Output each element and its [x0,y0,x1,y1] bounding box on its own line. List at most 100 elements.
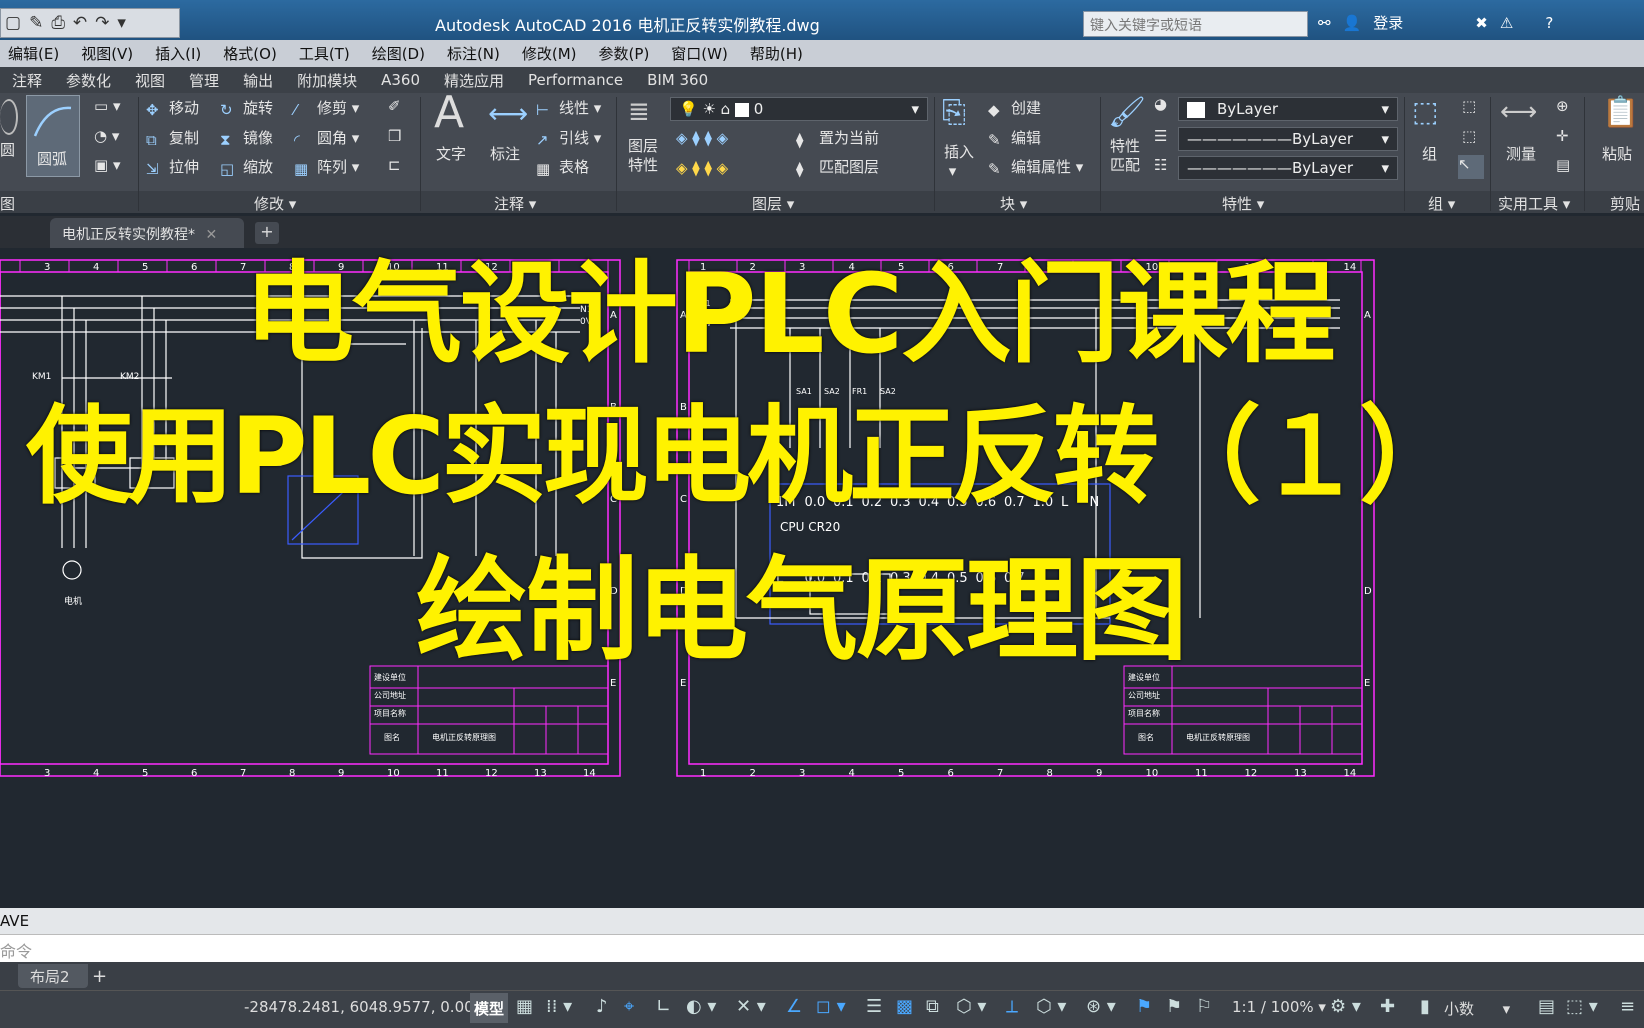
ribbon-tab-0[interactable]: 注释 [0,70,54,91]
osnap-icon[interactable]: ◻ ▾ [816,996,846,1017]
new-icon[interactable]: ▢ [5,13,21,33]
leader-button[interactable]: ↗ 引线 ▾ [536,127,601,149]
text-label[interactable]: 文字 [436,143,466,164]
menu-item-2[interactable]: 插入(I) [147,43,215,64]
menu-item-7[interactable]: 修改(M) [514,43,591,64]
edit-block-button[interactable]: ✎ 编辑 [988,127,1041,149]
dimension-label[interactable]: 标注 [490,143,520,164]
measure-icon[interactable]: ⟷ [1500,97,1537,127]
array-button[interactable]: ▦ 阵列 ▾ [294,156,359,178]
ribbon-tab-6[interactable]: A360 [369,71,432,89]
match-properties-label[interactable]: 特性 匹配 [1110,137,1140,175]
ribbon-tab-8[interactable]: Performance [516,71,635,89]
group-label[interactable]: 组 [1422,143,1437,164]
ribbon-tab-2[interactable]: 视图 [123,70,177,91]
clean-screen-icon[interactable]: ⬚ ▾ [1566,996,1598,1017]
grid-icon[interactable]: ▦ [516,996,533,1017]
copy-button[interactable]: ⧉ 复制 [146,127,199,149]
create-block-button[interactable]: ◆ 创建 [988,97,1041,119]
table-button[interactable]: ▦ 表格 [536,156,589,178]
text-icon[interactable]: A [434,87,464,138]
dynamic-ucs-icon[interactable]: ⟂ [1006,996,1018,1017]
layer-tools-row1[interactable]: ◈ ⧫ ⧫ ◈ [676,129,728,147]
binoculars-icon[interactable]: ⚯ [1318,14,1331,32]
snap-icon[interactable]: ⁞⁞ ▾ [546,996,572,1017]
group-icon[interactable]: ⬚ [1412,95,1438,128]
ribbon-tab-4[interactable]: 输出 [231,70,285,91]
layer-properties-icon[interactable]: ≣ [628,97,650,127]
login-button[interactable]: 登录 [1373,12,1403,33]
edit-attributes-button[interactable]: ✎ 编辑属性 ▾ [988,156,1083,178]
exchange-icon[interactable]: ✖ [1475,14,1488,32]
rectangle-icon[interactable]: ▭ ▾ [94,97,120,115]
group-select-icon[interactable]: ↖ [1458,155,1484,179]
menu-item-9[interactable]: 窗口(W) [663,43,742,64]
transparency-icon[interactable]: ▩ [896,996,913,1017]
lineweight-toggle-icon[interactable]: ☰ [866,996,882,1017]
layer-tools-row2[interactable]: ◈ ⧫ ⧫ ◈ [676,159,728,177]
lineweight-dropdown[interactable]: ———————ByLayer ▾ [1178,156,1398,180]
command-input[interactable]: 命令 [0,934,1644,962]
annotation-scale-icon[interactable]: ⚐ [1196,996,1212,1017]
menu-item-1[interactable]: 视图(V) [73,43,147,64]
stretch-button[interactable]: ⇲ 拉伸 [146,156,199,178]
match-properties-icon[interactable]: 🖌 [1108,95,1146,130]
linear-button[interactable]: ⊢ 线性 ▾ [536,97,601,119]
linetype-dropdown[interactable]: ———————ByLayer ▾ [1178,127,1398,151]
modify-panel-label[interactable]: 修改 ▾ [254,193,296,214]
group-edit-icon[interactable]: ⬚ [1462,127,1476,145]
draw-panel-label[interactable]: 图 [0,193,15,214]
utilities-panel-label[interactable]: 实用工具 ▾ [1498,193,1570,214]
units-dropdown[interactable]: 小数 ▾ [1444,998,1510,1019]
block-panel-label[interactable]: 块 ▾ [1000,193,1027,214]
osnap-tracking-icon[interactable]: ∠ [786,996,802,1017]
trim-button[interactable]: ⁄ 修剪 ▾ [294,97,359,119]
dynamic-input-icon[interactable]: ⌖ [624,996,634,1017]
gizmo-icon[interactable]: ⊛ ▾ [1086,996,1116,1017]
ribbon-tab-3[interactable]: 管理 [177,70,231,91]
layer-dropdown[interactable]: 💡 ☀ ⌂ 0 ▾ [670,97,928,121]
paste-label[interactable]: 粘贴 [1602,143,1632,164]
add-layout-button[interactable]: + [92,966,107,987]
hatch-icon[interactable]: ◔ ▾ [94,127,119,145]
id-point-icon[interactable]: ⊕ [1556,97,1569,115]
isodraft-icon[interactable]: ✕ ▾ [736,996,766,1017]
coordinates-readout[interactable]: -28478.2481, 6048.9577, 0.0000 [244,998,493,1016]
model-space-button[interactable]: 模型 [470,993,508,1023]
color-wheel-icon[interactable]: ◕ [1154,95,1167,113]
menu-item-5[interactable]: 绘图(D) [364,43,439,64]
lineweight-icon[interactable]: ☰ [1154,127,1167,145]
region-icon[interactable]: ▣ ▾ [94,156,120,174]
ribbon-tab-1[interactable]: 参数化 [54,70,123,91]
quick-properties-icon[interactable]: ▤ [1538,996,1555,1017]
layers-panel-label[interactable]: 图层 ▾ [752,193,794,214]
annomonitor-icon[interactable]: ✚ [1380,996,1395,1017]
help-icon[interactable]: ? [1545,14,1553,32]
erase-icon[interactable]: ✐ [388,97,401,115]
properties-panel-label[interactable]: 特性 ▾ [1222,193,1264,214]
point-icon[interactable]: ✛ [1556,127,1569,145]
insert-label[interactable]: 插入 ▾ [944,141,974,180]
redo-icon[interactable]: ↷ [95,13,109,33]
linetype-icon[interactable]: ☷ [1154,156,1167,174]
print-icon[interactable]: ⎙ [51,13,65,33]
annotation-scale-dropdown[interactable]: 1:1 / 100% ▾ [1232,998,1326,1016]
save-icon[interactable]: ✎ [29,13,43,33]
qat-dropdown-icon[interactable]: ▾ [117,13,126,33]
color-dropdown[interactable]: ByLayer ▾ [1178,97,1398,121]
circle-icon[interactable] [0,99,18,135]
ribbon-tab-9[interactable]: BIM 360 [635,71,720,89]
scale-button[interactable]: ◱ 缩放 [220,156,273,178]
user-icon[interactable]: 👤 [1343,14,1362,32]
menu-item-10[interactable]: 帮助(H) [742,43,817,64]
mirror-button[interactable]: ⧗ 镜像 [220,127,273,149]
ungroup-icon[interactable]: ⬚ [1462,97,1476,115]
annotation-visibility-icon[interactable]: ⚑ [1136,996,1152,1017]
offset-icon[interactable]: ⊏ [388,156,401,174]
layout2-tab[interactable]: 布局2 [18,964,88,988]
insert-icon[interactable]: ⎘ [942,95,966,130]
menu-item-4[interactable]: 工具(T) [291,43,364,64]
autoscale-icon[interactable]: ⚑ [1166,996,1182,1017]
selection-filter-icon[interactable]: ⬡ ▾ [1036,996,1066,1017]
measure-label[interactable]: 测量 [1506,143,1536,164]
